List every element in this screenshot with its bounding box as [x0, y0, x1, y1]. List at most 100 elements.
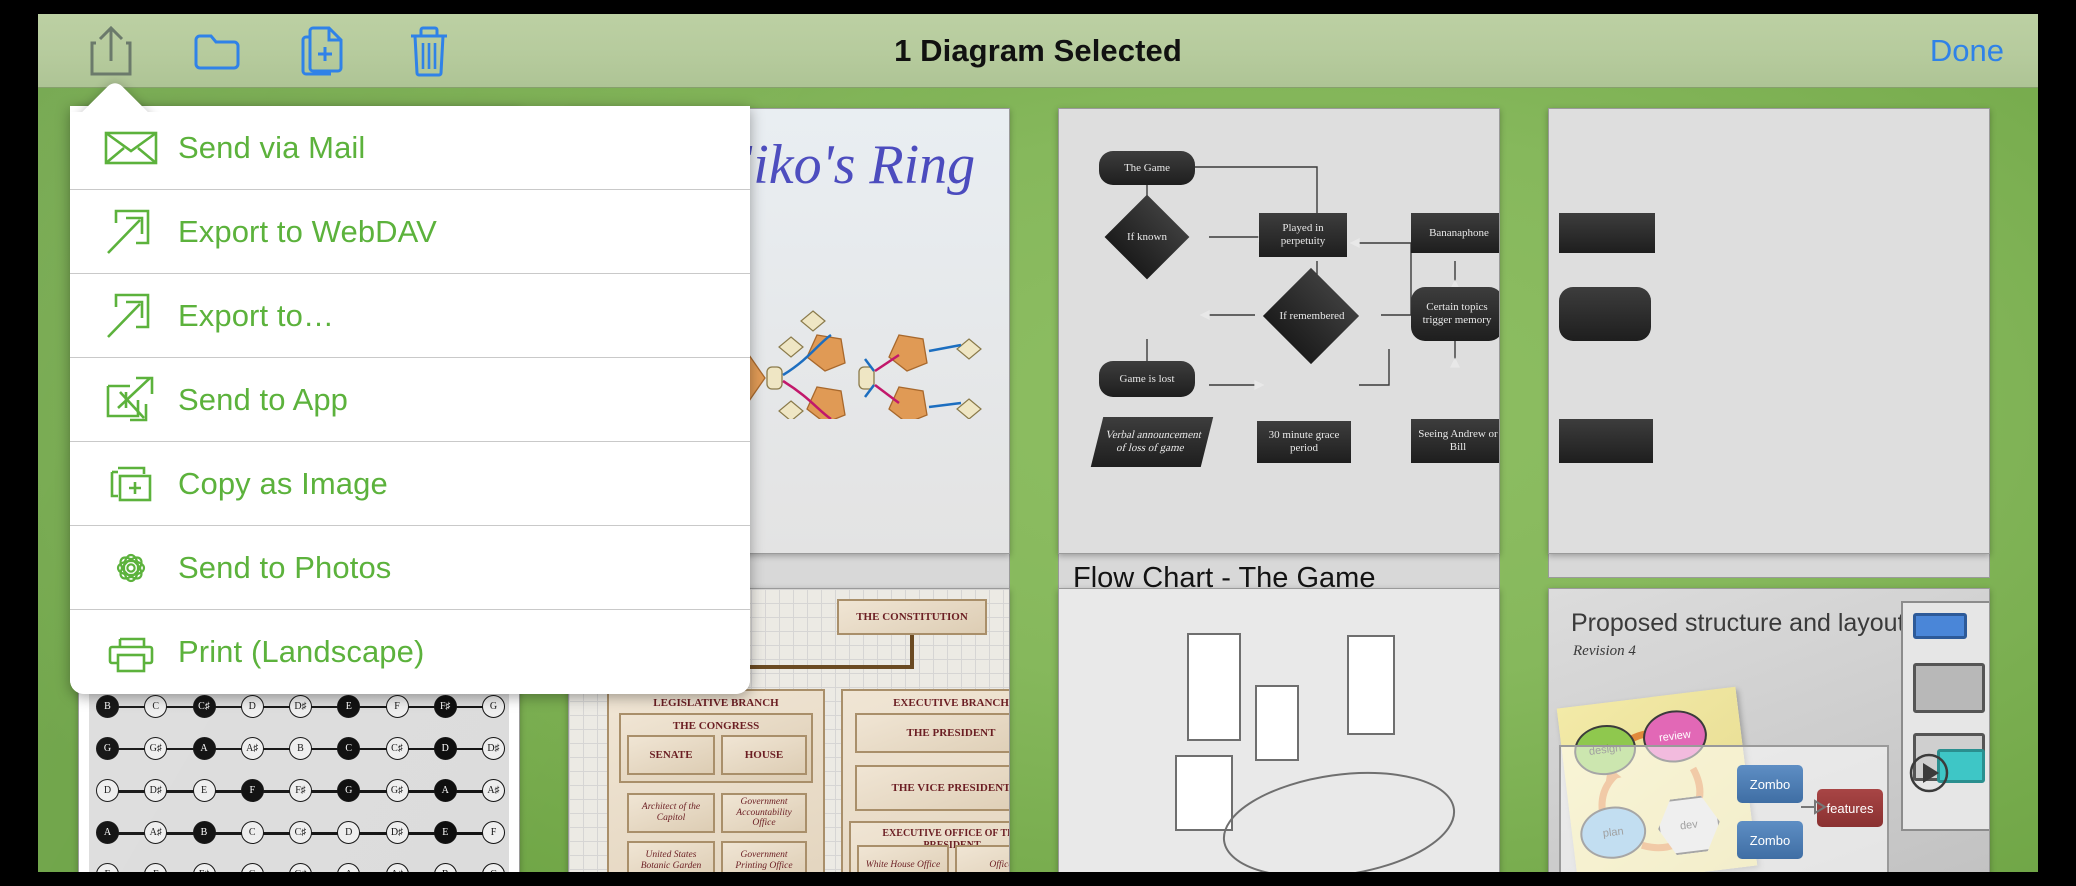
menu-item-label: Export to…	[178, 297, 335, 333]
flow-node-overflow-2	[1559, 287, 1651, 341]
fretboard-note: C	[144, 695, 168, 718]
fretboard-note: B	[192, 821, 216, 844]
fretboard-note: F	[240, 779, 264, 802]
fretboard-note: B	[96, 695, 119, 718]
card-connector-arrow	[1801, 799, 1827, 815]
card-zombo-1: Zombo	[1737, 765, 1803, 803]
shape-rectangle-3	[1347, 635, 1395, 735]
fretboard-note: A	[337, 863, 361, 872]
gov-node-president: THE PRESIDENT	[855, 713, 1009, 753]
gov-node-botanic: United States Botanic Garden	[627, 841, 715, 872]
flow-node-if-known: If known	[1103, 194, 1191, 280]
fretboard-note: C	[337, 737, 361, 760]
fretboard-note: G	[337, 779, 361, 802]
thumbnail-image	[1059, 589, 1499, 872]
sketch-header	[1913, 613, 1967, 639]
fretboard-note: A	[192, 737, 216, 760]
fretboard-note: D♯	[385, 821, 409, 844]
menu-item-export-to[interactable]: Export to…	[70, 274, 750, 358]
flow-node-grace-period: 30 minute grace period	[1257, 421, 1351, 463]
photos-flower-icon	[104, 542, 178, 594]
top-toolbar: 1 Diagram Selected Done	[38, 14, 2038, 88]
fretboard-note: B	[433, 863, 457, 872]
gov-node-gao: Government Accountability Office	[721, 793, 807, 833]
menu-item-send-to-app[interactable]: Send to App	[70, 358, 750, 442]
document-tile-extra-top[interactable]	[1548, 108, 1990, 578]
fretboard-note: D♯	[482, 737, 505, 760]
gov-node-office: Office	[955, 845, 1009, 872]
done-button[interactable]: Done	[1930, 14, 2004, 88]
sketch-block-1	[1913, 663, 1985, 713]
page-title: 1 Diagram Selected	[894, 33, 1182, 68]
document-thumbnail[interactable]	[1548, 108, 1990, 554]
menu-item-label: Send via Mail	[178, 129, 366, 165]
proposed-structure-art: Proposed structure and layout Revision 4	[1549, 589, 1989, 872]
flow-node-the-game: The Game	[1099, 151, 1195, 185]
fretboard-note: A♯	[482, 779, 505, 802]
menu-item-label: Copy as Image	[178, 465, 388, 501]
gov-node-gpo: Government Printing Office	[721, 841, 807, 872]
document-tile-flow-chart[interactable]: The Game If known Played in perpetuity B…	[1058, 108, 1500, 637]
document-tile-blank-shapes[interactable]	[1058, 588, 1500, 872]
app-root: Level out grounds with finger Tamp groun…	[0, 0, 2076, 886]
fretboard-note: B	[289, 737, 312, 760]
menu-item-label: Export to WebDAV	[178, 213, 437, 249]
menu-item-export-to-webdav[interactable]: Export to WebDAV	[70, 190, 750, 274]
flow-node-verbal-announcement: Verbal announcement of loss of game	[1090, 417, 1214, 467]
ring-title-script: Eiko's Ring	[719, 134, 976, 196]
printer-icon	[104, 629, 178, 675]
document-browser-canvas: Level out grounds with finger Tamp groun…	[38, 14, 2038, 872]
fretboard-note: E	[96, 863, 119, 872]
fretboard-note: G	[240, 863, 264, 872]
proposed-heading: Proposed structure and layout	[1571, 609, 1905, 637]
flow-chart-overflow-art	[1549, 109, 1989, 553]
flow-node-overflow-3	[1559, 419, 1653, 463]
fretboard-note: A	[433, 779, 457, 802]
fretboard-note: G	[482, 695, 505, 718]
fretboard-note: A	[96, 821, 119, 844]
fretboard-note: F	[385, 695, 409, 718]
document-thumbnail[interactable]: Proposed structure and layout Revision 4	[1548, 588, 1990, 872]
fretboard-note: E	[192, 779, 216, 802]
thumbnail-image: Proposed structure and layout Revision 4	[1549, 589, 1989, 872]
popover-arrow	[70, 76, 162, 112]
fretboard-note: G♯	[385, 779, 409, 802]
fretboard-note: A♯	[385, 863, 409, 872]
fretboard-note: G♯	[144, 737, 168, 760]
fretboard-note: G	[96, 737, 119, 760]
menu-item-send-to-photos[interactable]: Send to Photos	[70, 526, 750, 610]
document-thumbnail[interactable]	[1058, 588, 1500, 872]
gov-node-house: HOUSE	[721, 735, 807, 775]
flow-node-seeing-andrew: Seeing Andrew or Bill	[1411, 419, 1499, 463]
card-zombo-2: Zombo	[1737, 821, 1803, 859]
flow-node-played-in-perpetuity: Played in perpetuity	[1259, 213, 1347, 257]
share-popover: Send via Mail Export to WebDAV Export to…	[70, 106, 750, 694]
fretboard-note: C	[240, 821, 264, 844]
gov-node-vice-president: THE VICE PRESIDENT	[855, 765, 1009, 811]
menu-item-send-via-mail[interactable]: Send via Mail	[70, 106, 750, 190]
fretboard-note: A♯	[240, 737, 264, 760]
document-thumbnail[interactable]: The Game If known Played in perpetuity B…	[1058, 108, 1500, 554]
menu-item-label: Print (Landscape)	[178, 634, 425, 669]
fretboard-note: F♯	[433, 695, 457, 718]
fretboard-note: D	[337, 821, 361, 844]
gov-node-architect: Architect of the Capitol	[627, 793, 715, 833]
send-to-app-icon	[104, 374, 178, 426]
fretboard-note: D♯	[144, 779, 168, 802]
fretboard-note: D	[240, 695, 264, 718]
wireframe-sketch-panel	[1901, 601, 1989, 831]
shape-rectangle-2	[1255, 685, 1299, 761]
menu-item-print-landscape[interactable]: Print (Landscape)	[70, 610, 750, 694]
fretboard-note: G♯	[289, 863, 312, 872]
flow-node-overflow-1	[1559, 213, 1655, 253]
export-arrow-icon	[104, 207, 178, 257]
gov-node-senate: SENATE	[627, 735, 715, 775]
gov-node-constitution: THE CONSTITUTION	[837, 599, 987, 635]
thumbnail-image: The Game If known Played in perpetuity B…	[1059, 109, 1499, 553]
document-tile-proposed-structure[interactable]: Proposed structure and layout Revision 4	[1548, 588, 1990, 872]
fretboard-note: D	[96, 779, 119, 802]
fretboard-note: C♯	[192, 695, 216, 718]
menu-item-copy-as-image[interactable]: Copy as Image	[70, 442, 750, 526]
shape-rectangle-1	[1187, 633, 1241, 741]
blank-shapes-art	[1059, 589, 1499, 872]
